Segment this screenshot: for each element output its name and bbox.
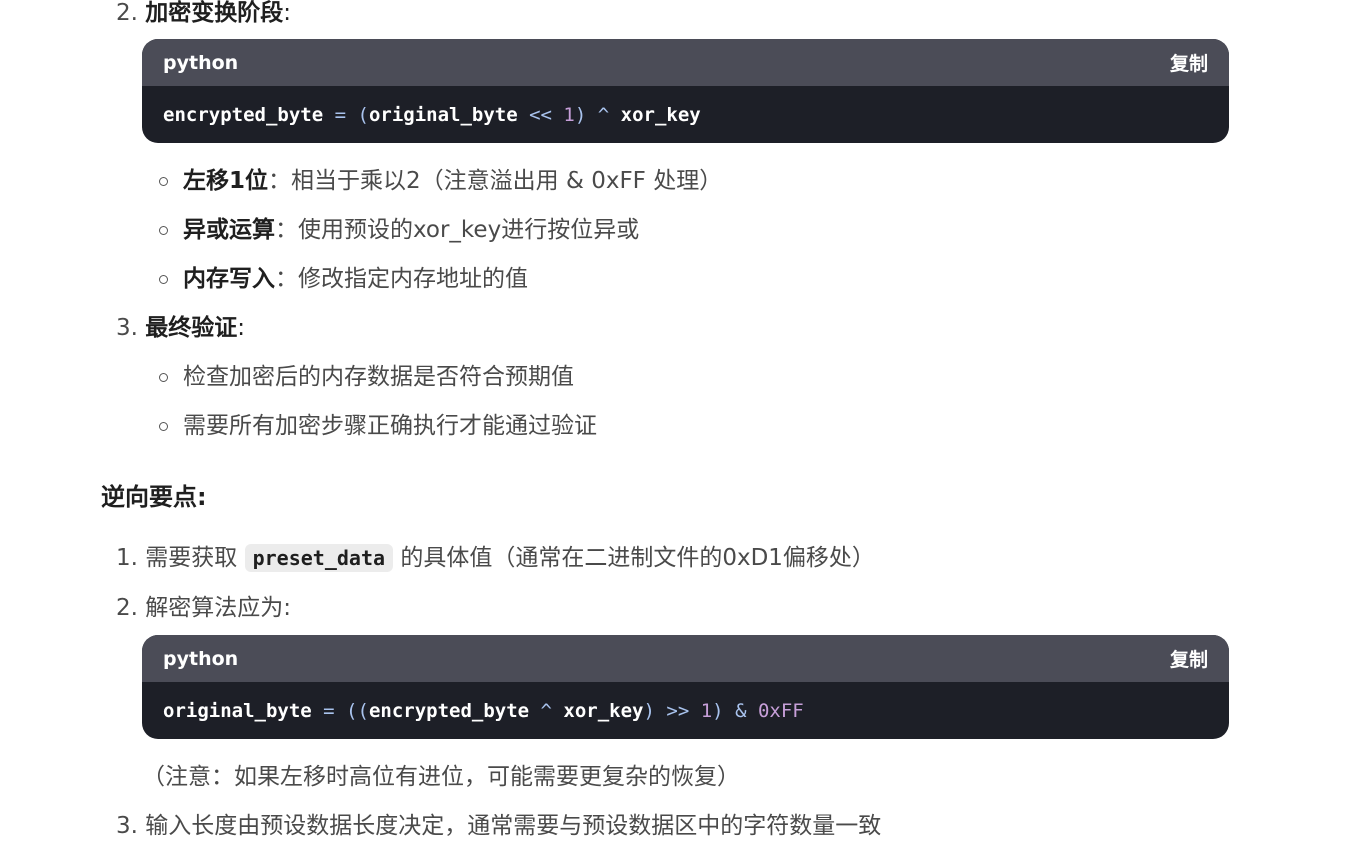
bullet-strong: 内存写入 (183, 266, 275, 292)
step-title: 加密变换阶段 (145, 0, 284, 26)
bullet-icon (159, 275, 168, 284)
list-item: 异或运算：使用预设的xor_key进行按位异或 (183, 214, 639, 246)
code-token: xor_key (563, 699, 644, 722)
list-number: 1. (116, 545, 138, 571)
list-item: 需要所有加密步骤正确执行才能通过验证 (183, 413, 597, 439)
code-token: ^ (529, 699, 564, 722)
step-colon: : (283, 0, 292, 26)
code-token: 1 (563, 103, 575, 126)
list-number: 3. (116, 315, 138, 341)
code-line: original_byte = ((encrypted_byte ^ xor_k… (142, 682, 1229, 739)
code-token: original_byte (163, 699, 312, 722)
step-colon: : (237, 315, 246, 341)
code-token: ) (712, 699, 724, 722)
code-token: << (517, 103, 564, 126)
code-token: ) (574, 103, 587, 126)
inline-code: preset_data (244, 544, 394, 572)
bullet-text: ：相当于乘以2（注意溢出用 & 0xFF 处理） (268, 168, 723, 194)
list-item: 左移1位：相当于乘以2（注意溢出用 & 0xFF 处理） (183, 165, 722, 197)
list-item-step-2: 2. 加密变换阶段: (116, 0, 291, 29)
note-text: （注意：如果左移时高位有进位，可能需要更复杂的恢复） (142, 764, 740, 790)
code-block-decrypt: python 复制 original_byte = ((encrypted_by… (142, 635, 1229, 739)
list-number: 3. (116, 813, 138, 839)
list-item: 内存写入：修改指定内存地址的值 (183, 263, 528, 295)
list-item-step-3: 3. 最终验证: (116, 312, 245, 344)
code-token: xor_key (620, 103, 701, 126)
code-token: ^ (586, 103, 621, 126)
bullet-icon (159, 422, 168, 431)
code-block-encrypt: python 复制 encrypted_byte = (original_byt… (142, 39, 1229, 143)
code-token: 0xFF (757, 699, 804, 722)
code-token: & (723, 699, 758, 722)
step-title: 最终验证 (145, 315, 238, 341)
section-heading: 逆向要点: (101, 483, 207, 511)
bullet-text: ：使用预设的xor_key进行按位异或 (275, 217, 640, 243)
list-item-point-3: 3. 输入长度由预设数据长度决定，通常需要与预设数据区中的字符数量一致 (116, 810, 881, 842)
code-language-label: python (163, 647, 239, 670)
code-token: original_byte (368, 103, 518, 126)
list-item-point-1: 1. 需要获取 preset_data 的具体值（通常在二进制文件的0xD1偏移… (116, 542, 875, 574)
code-token: >> (654, 699, 701, 722)
code-token: = (311, 699, 347, 722)
code-token: encrypted_byte (163, 103, 324, 126)
bullet-icon (159, 177, 168, 186)
bullet-text: ：修改指定内存地址的值 (275, 266, 528, 292)
code-token: (( (346, 699, 369, 722)
code-block-header: python 复制 (142, 39, 1229, 86)
list-number: 2. (116, 595, 138, 621)
point-text-pre: 需要获取 (145, 545, 238, 571)
list-item: 检查加密后的内存数据是否符合预期值 (183, 364, 574, 390)
code-block-header: python 复制 (142, 635, 1229, 682)
list-item-point-2: 2. 解密算法应为: (116, 592, 291, 624)
bullet-strong: 左移1位 (183, 168, 269, 194)
code-token: ( (357, 103, 369, 126)
point-text: 解密算法应为: (145, 595, 292, 621)
point-text: 输入长度由预设数据长度决定，通常需要与预设数据区中的字符数量一致 (145, 813, 882, 839)
list-number: 2. (116, 0, 138, 26)
bullet-icon (159, 373, 168, 382)
code-token: = (323, 103, 358, 126)
code-token: ) (643, 699, 655, 722)
point-text-post: 的具体值（通常在二进制文件的0xD1偏移处） (400, 545, 875, 571)
bullet-icon (159, 226, 168, 235)
bullet-strong: 异或运算 (183, 217, 275, 243)
code-language-label: python (163, 51, 239, 74)
code-token: 1 (700, 699, 713, 722)
copy-button[interactable]: 复制 (1170, 645, 1208, 672)
code-token: encrypted_byte (368, 699, 530, 722)
copy-button[interactable]: 复制 (1170, 49, 1208, 76)
code-line: encrypted_byte = (original_byte << 1) ^ … (142, 86, 1229, 143)
